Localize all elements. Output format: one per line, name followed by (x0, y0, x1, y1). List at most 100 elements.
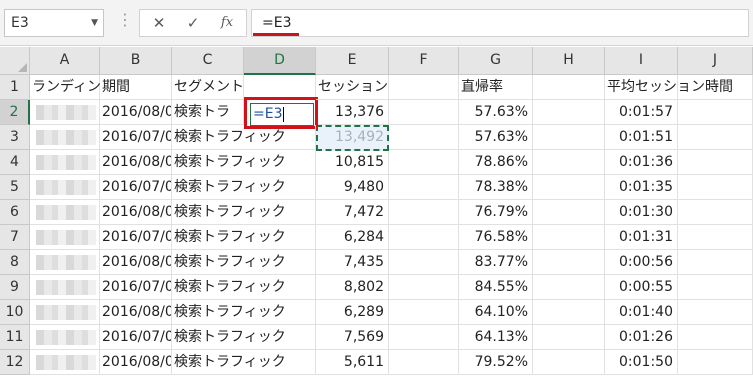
table-cell-bounce[interactable]: 79.52% (459, 350, 533, 375)
table-cell-segment[interactable]: 検索トラフィック (172, 200, 316, 225)
table-cell-sessions[interactable]: 5,611 (316, 350, 389, 375)
table-cell-avg[interactable]: 0:00:56 (605, 250, 678, 275)
column-header-j[interactable]: J (678, 47, 753, 75)
table-cell-f[interactable] (389, 275, 459, 300)
table-cell-f[interactable] (389, 100, 459, 125)
table-cell-segment[interactable]: 検索トラ (172, 100, 244, 125)
table-cell-segment[interactable]: 検索トラフィック (172, 250, 316, 275)
table-cell-bounce[interactable]: 76.79% (459, 200, 533, 225)
column-header-f[interactable]: F (389, 47, 459, 75)
header-cell-h[interactable] (533, 75, 605, 100)
table-cell-sessions[interactable]: 8,802 (316, 275, 389, 300)
column-header-d[interactable]: D (244, 47, 316, 75)
row-header-9[interactable]: 9 (0, 275, 30, 300)
table-cell-h[interactable] (533, 250, 605, 275)
table-cell-landing[interactable] (30, 175, 100, 200)
table-cell-landing[interactable] (30, 225, 100, 250)
column-header-b[interactable]: B (100, 47, 172, 75)
header-cell-g[interactable]: 直帰率 (459, 75, 533, 100)
column-header-h[interactable]: H (533, 47, 605, 75)
column-header-g[interactable]: G (459, 47, 533, 75)
table-cell-avg[interactable]: 0:00:55 (605, 275, 678, 300)
table-cell-bounce[interactable]: 64.13% (459, 325, 533, 350)
table-cell-f[interactable] (389, 300, 459, 325)
table-cell-sessions[interactable]: 6,289 (316, 300, 389, 325)
table-cell-segment[interactable]: 検索トラフィック (172, 300, 316, 325)
cell-editor[interactable]: =E3 (250, 103, 314, 126)
table-cell-j[interactable] (678, 200, 753, 225)
row-header-7[interactable]: 7 (0, 225, 30, 250)
table-cell-h[interactable] (533, 100, 605, 125)
table-cell-period[interactable]: 2016/07/0 (100, 125, 172, 150)
row-header-5[interactable]: 5 (0, 175, 30, 200)
header-cell-e[interactable]: セッション (316, 75, 389, 100)
row-header-2[interactable]: 2 (0, 100, 30, 125)
table-cell-avg[interactable]: 0:01:31 (605, 225, 678, 250)
table-cell-avg[interactable]: 0:01:30 (605, 200, 678, 225)
table-cell-j[interactable] (678, 300, 753, 325)
table-cell-j[interactable] (678, 275, 753, 300)
header-cell-a[interactable]: ランディン (30, 75, 101, 100)
table-cell-period[interactable]: 2016/08/0 (100, 100, 172, 125)
name-box[interactable]: E3 ▼ (4, 9, 104, 37)
table-cell-h[interactable] (533, 175, 605, 200)
table-cell-h[interactable] (533, 200, 605, 225)
table-cell-j[interactable] (678, 225, 753, 250)
column-header-c[interactable]: C (172, 47, 244, 75)
table-cell-f[interactable] (389, 125, 459, 150)
row-header-1[interactable]: 1 (0, 75, 30, 100)
table-cell-j[interactable] (678, 175, 753, 200)
table-cell-landing[interactable] (30, 150, 100, 175)
header-cell-f[interactable] (389, 75, 459, 100)
table-cell-avg[interactable]: 0:01:26 (605, 325, 678, 350)
table-cell-avg[interactable]: 0:01:57 (605, 100, 678, 125)
row-header-6[interactable]: 6 (0, 200, 30, 225)
table-cell-j[interactable] (678, 250, 753, 275)
table-cell-f[interactable] (389, 150, 459, 175)
header-cell-b[interactable]: 期間 (100, 75, 172, 100)
table-cell-f[interactable] (389, 175, 459, 200)
table-cell-j[interactable] (678, 150, 753, 175)
table-cell-segment[interactable]: 検索トラフィック (172, 125, 316, 150)
table-cell-segment[interactable]: 検索トラフィック (172, 150, 316, 175)
table-cell-period[interactable]: 2016/08/0 (100, 300, 172, 325)
table-cell-period[interactable]: 2016/07/0 (100, 325, 172, 350)
table-cell-segment[interactable]: 検索トラフィック (172, 275, 316, 300)
table-cell-h[interactable] (533, 350, 605, 375)
table-cell-f[interactable] (389, 325, 459, 350)
formula-input[interactable]: =E3 (251, 9, 749, 37)
table-cell-avg[interactable]: 0:01:51 (605, 125, 678, 150)
header-cell-c[interactable]: セグメント (172, 75, 244, 100)
chevron-down-icon[interactable]: ▼ (91, 10, 98, 36)
header-cell-i[interactable]: 平均セッション時間 (605, 75, 733, 100)
column-header-e[interactable]: E (316, 47, 389, 75)
table-cell-j[interactable] (678, 350, 753, 375)
table-cell-landing[interactable] (30, 300, 100, 325)
table-cell-period[interactable]: 2016/08/0 (100, 150, 172, 175)
table-cell-avg[interactable]: 0:01:35 (605, 175, 678, 200)
table-cell-h[interactable] (533, 300, 605, 325)
table-cell-bounce[interactable]: 57.63% (459, 100, 533, 125)
table-cell-h[interactable] (533, 325, 605, 350)
table-cell-h[interactable] (533, 275, 605, 300)
table-cell-landing[interactable] (30, 325, 100, 350)
table-cell-f[interactable] (389, 200, 459, 225)
table-cell-f[interactable] (389, 350, 459, 375)
table-cell-bounce[interactable]: 83.77% (459, 250, 533, 275)
table-cell-sessions[interactable]: 6,284 (316, 225, 389, 250)
column-header-a[interactable]: A (30, 47, 100, 75)
table-cell-segment[interactable]: 検索トラフィック (172, 350, 316, 375)
table-cell-segment[interactable]: 検索トラフィック (172, 175, 316, 200)
table-cell-bounce[interactable]: 76.58% (459, 225, 533, 250)
table-cell-j[interactable] (678, 125, 753, 150)
row-header-11[interactable]: 11 (0, 325, 30, 350)
table-cell-period[interactable]: 2016/07/0 (100, 225, 172, 250)
table-cell-f[interactable] (389, 225, 459, 250)
table-cell-landing[interactable] (30, 250, 100, 275)
table-cell-period[interactable]: 2016/08/0 (100, 350, 172, 375)
row-header-8[interactable]: 8 (0, 250, 30, 275)
table-cell-h[interactable] (533, 125, 605, 150)
table-cell-sessions[interactable]: 13,376 (316, 100, 389, 125)
table-cell-bounce[interactable]: 78.86% (459, 150, 533, 175)
table-cell-avg[interactable]: 0:01:50 (605, 350, 678, 375)
